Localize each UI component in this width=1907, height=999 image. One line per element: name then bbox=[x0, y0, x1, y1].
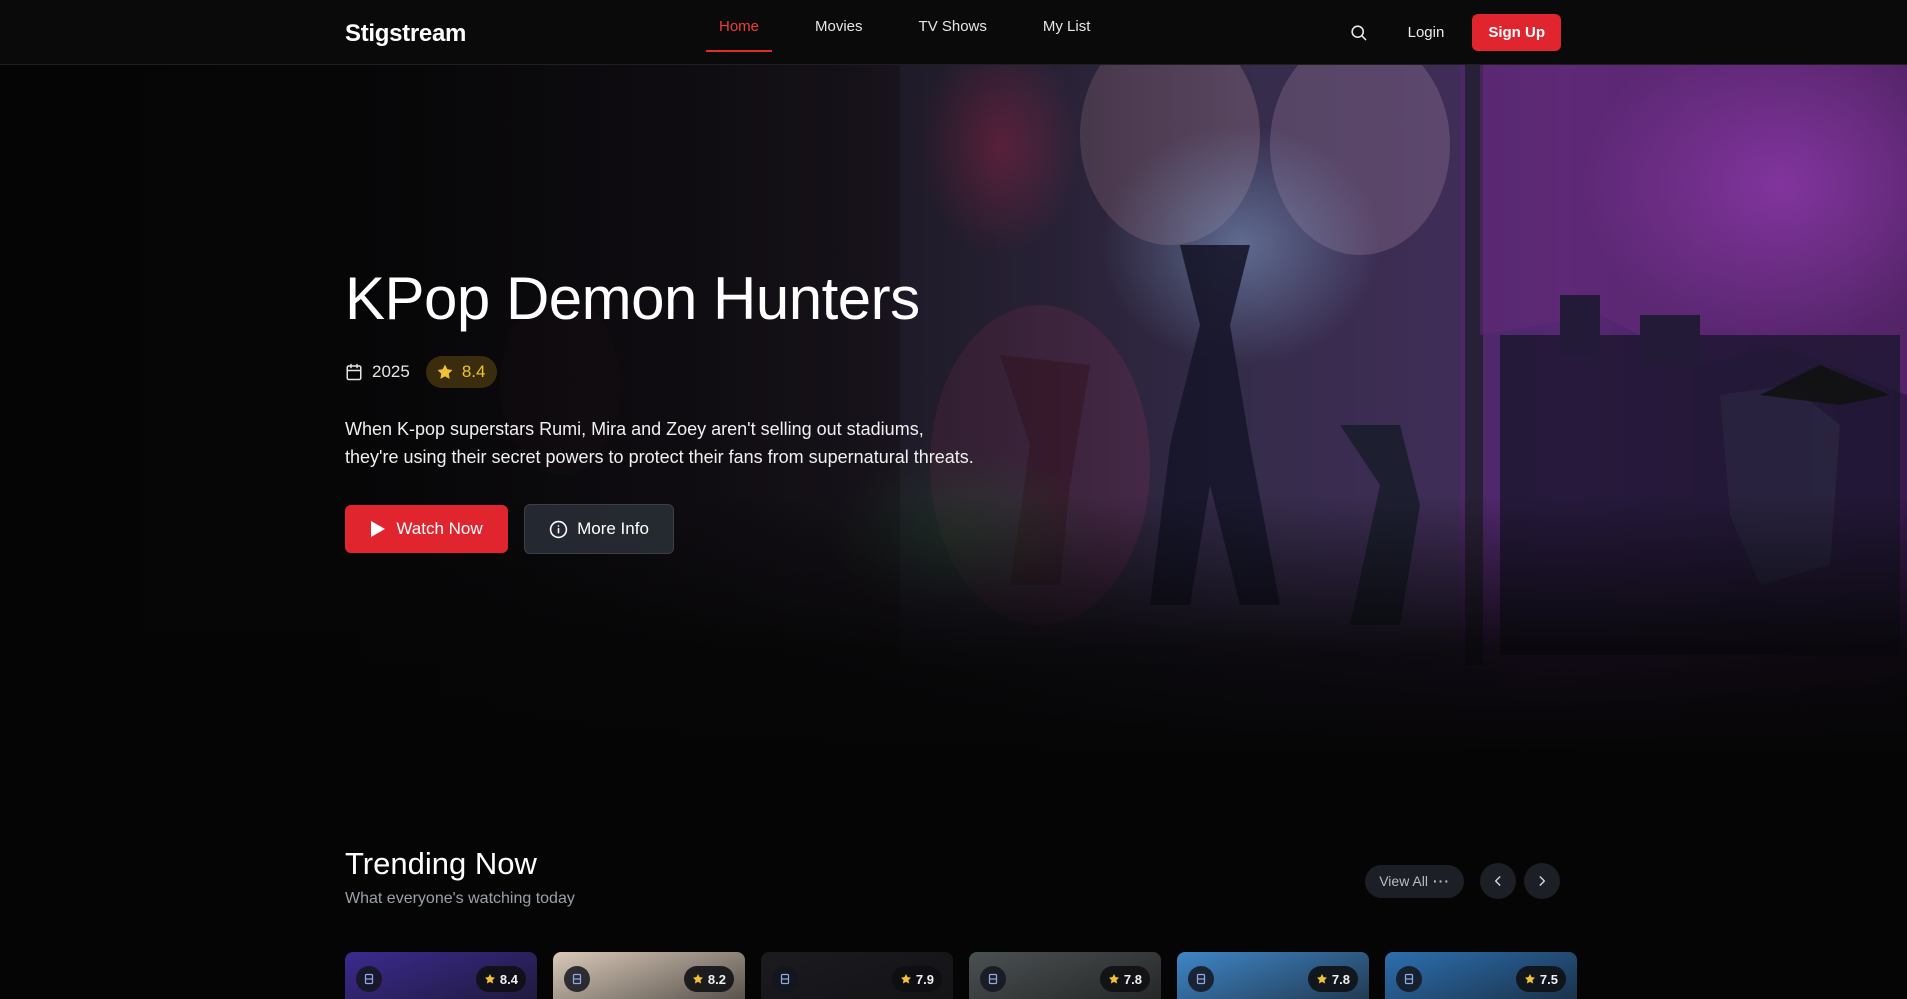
nav-link-tv-shows[interactable]: TV Shows bbox=[906, 0, 1000, 52]
film-type-icon bbox=[356, 966, 382, 992]
hero-actions: Watch Now More Info bbox=[345, 504, 985, 554]
rating-value: 8.4 bbox=[461, 362, 486, 381]
movie-card[interactable]: 7.8 bbox=[969, 952, 1161, 999]
watch-now-label: Watch Now bbox=[396, 519, 483, 538]
scroll-right-button[interactable] bbox=[1524, 863, 1560, 899]
star-icon bbox=[437, 364, 453, 379]
card-rating-badge: 7.5 bbox=[1515, 966, 1566, 992]
movie-card[interactable]: 7.8 bbox=[1177, 952, 1369, 999]
film-type-icon bbox=[564, 966, 590, 992]
card-rating-badge: 8.4 bbox=[475, 966, 526, 992]
card-rating-badge: 7.8 bbox=[1099, 966, 1150, 992]
star-icon bbox=[1108, 974, 1119, 984]
card-rating-badge: 7.8 bbox=[1307, 966, 1358, 992]
nav-link-home[interactable]: Home bbox=[706, 0, 773, 52]
search-icon bbox=[1351, 25, 1367, 41]
chevron-left-icon bbox=[1494, 876, 1501, 886]
more-dots-icon: ··· bbox=[1433, 873, 1450, 889]
hero-banner: KPop Demon Hunters 2025 8.4 When K-pop s… bbox=[0, 65, 1907, 755]
movie-card[interactable]: 8.2 bbox=[553, 952, 745, 999]
chevron-right-icon bbox=[1539, 876, 1546, 886]
play-icon bbox=[371, 521, 386, 537]
scroll-left-button[interactable] bbox=[1480, 863, 1516, 899]
film-type-icon bbox=[1396, 966, 1422, 992]
movie-card[interactable]: 7.9 bbox=[761, 952, 953, 999]
view-all-button[interactable]: View All ··· bbox=[1365, 864, 1464, 898]
star-icon bbox=[1524, 974, 1535, 984]
card-rating-value: 8.4 bbox=[499, 971, 518, 987]
more-info-button[interactable]: More Info bbox=[524, 504, 674, 554]
card-rating-badge: 8.2 bbox=[683, 966, 734, 992]
card-rating-badge: 7.9 bbox=[891, 966, 942, 992]
nav-links: Home Movies TV Shows My List bbox=[706, 0, 1133, 65]
film-type-icon bbox=[772, 966, 798, 992]
rating-badge: 8.4 bbox=[425, 356, 498, 388]
trending-card-row: 8.4 8.2 7.9 7.8 7.8 7.5 bbox=[345, 952, 1593, 999]
card-rating-value: 7.8 bbox=[1331, 971, 1350, 987]
nav-link-movies[interactable]: Movies bbox=[802, 0, 876, 52]
card-rating-value: 7.8 bbox=[1123, 971, 1142, 987]
star-icon bbox=[1316, 974, 1327, 984]
calendar-icon bbox=[346, 363, 362, 381]
star-icon bbox=[484, 974, 495, 984]
film-type-icon bbox=[1188, 966, 1214, 992]
card-rating-value: 8.2 bbox=[707, 971, 726, 987]
login-link[interactable]: Login bbox=[1408, 24, 1445, 41]
film-type-icon bbox=[980, 966, 1006, 992]
section-controls: View All ··· bbox=[1365, 863, 1560, 899]
hero-title: KPop Demon Hunters bbox=[345, 265, 920, 332]
info-icon bbox=[549, 520, 568, 538]
nav-link-my-list[interactable]: My List bbox=[1030, 0, 1104, 52]
star-icon bbox=[900, 974, 911, 984]
star-icon bbox=[692, 974, 703, 984]
card-rating-value: 7.5 bbox=[1539, 971, 1558, 987]
nav-actions: Login Sign Up bbox=[1344, 14, 1561, 51]
brand-logo[interactable]: Stigstream bbox=[345, 20, 466, 48]
hero-content: KPop Demon Hunters 2025 8.4 When K-pop s… bbox=[345, 269, 985, 554]
view-all-label: View All bbox=[1379, 873, 1428, 889]
hero-meta: 2025 8.4 bbox=[345, 356, 985, 388]
movie-card[interactable]: 8.4 bbox=[345, 952, 537, 999]
release-year-text: 2025 bbox=[372, 362, 410, 381]
more-info-label: More Info bbox=[577, 519, 649, 538]
signup-button[interactable]: Sign Up bbox=[1472, 14, 1561, 51]
release-year: 2025 bbox=[345, 362, 410, 382]
search-button[interactable] bbox=[1344, 15, 1374, 51]
hero-description: When K-pop superstars Rumi, Mira and Zoe… bbox=[345, 419, 974, 467]
top-navbar: Stigstream Home Movies TV Shows My List … bbox=[0, 0, 1907, 65]
card-rating-value: 7.9 bbox=[915, 971, 934, 987]
movie-card[interactable]: 7.5 bbox=[1385, 952, 1577, 999]
trending-section: Trending Now What everyone's watching to… bbox=[345, 846, 1560, 908]
watch-now-button[interactable]: Watch Now bbox=[345, 505, 508, 553]
